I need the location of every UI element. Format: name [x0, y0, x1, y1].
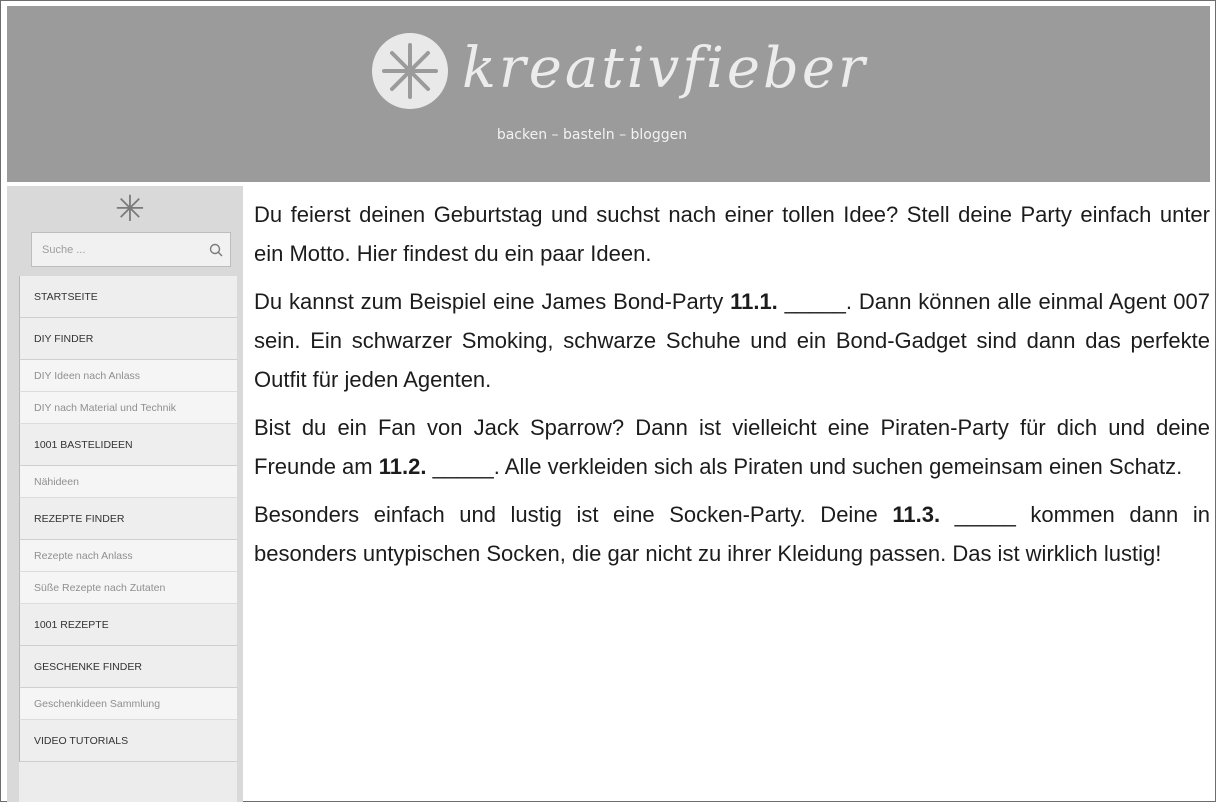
- sidebar-item-diy-finder[interactable]: DIY FINDER: [19, 318, 237, 360]
- gap-label-11-3: 11.3.: [892, 502, 941, 527]
- gap-label-11-1: 11.1.: [730, 289, 778, 314]
- gap-label-11-2: 11.2.: [378, 454, 427, 479]
- sidebar-item-rezepte-finder[interactable]: REZEPTE FINDER: [19, 498, 237, 540]
- search-input[interactable]: [32, 233, 202, 266]
- sidebar-item-video-tutorials[interactable]: VIDEO TUTORIALS: [19, 720, 237, 762]
- paragraph-socken: Besonders einfach und lustig ist eine So…: [254, 495, 1210, 573]
- sidebar-item-geschenke-finder[interactable]: GESCHENKE FINDER: [19, 646, 237, 688]
- sidebar: ✳ STARTSEITE DIY FINDER DIY Ideen nach A…: [7, 186, 243, 802]
- site-logo-text[interactable]: kreativfieber: [462, 34, 868, 104]
- sidebar-subitem-geschenkideen[interactable]: Geschenkideen Sammlung: [19, 688, 237, 720]
- asterisk-icon: ✳: [114, 188, 146, 229]
- search-icon[interactable]: [208, 242, 224, 258]
- site-header: kreativfieber backen – basteln – bloggen: [7, 6, 1210, 182]
- sidebar-menu: STARTSEITE DIY FINDER DIY Ideen nach Anl…: [19, 276, 237, 802]
- site-tagline: backen – basteln – bloggen: [496, 127, 688, 143]
- text-segment: Besonders einfach und lustig ist eine So…: [254, 502, 893, 527]
- sidebar-subitem-diy-ideen-nach-anlass[interactable]: DIY Ideen nach Anlass: [19, 360, 237, 392]
- paragraph-james-bond: Du kannst zum Beispiel eine James Bond-P…: [254, 282, 1210, 399]
- paragraph-piraten: Bist du ein Fan von Jack Sparrow? Dann i…: [254, 408, 1210, 486]
- sidebar-subitem-diy-material-technik[interactable]: DIY nach Material und Technik: [19, 392, 237, 424]
- article-text: Du feierst deinen Geburtstag und suchst …: [254, 195, 1210, 582]
- flower-logo-icon[interactable]: [372, 33, 448, 109]
- sidebar-subitem-suesse-rezepte[interactable]: Süße Rezepte nach Zutaten: [19, 572, 237, 604]
- sidebar-subitem-naehideen[interactable]: Nähideen: [19, 466, 237, 498]
- text-segment: . Alle verkleiden sich als Piraten und s…: [493, 454, 1183, 479]
- search-box: [31, 232, 231, 267]
- gap-blank-11-2[interactable]: _____: [433, 454, 494, 479]
- gap-blank-11-1[interactable]: _____: [785, 289, 846, 314]
- text-segment: Du kannst zum Beispiel eine James Bond-P…: [254, 289, 731, 314]
- sidebar-item-startseite[interactable]: STARTSEITE: [19, 276, 237, 318]
- sidebar-subitem-rezepte-nach-anlass[interactable]: Rezepte nach Anlass: [19, 540, 237, 572]
- gap-blank-11-3[interactable]: _____: [955, 502, 1016, 527]
- sidebar-item-1001-bastelideen[interactable]: 1001 BASTELIDEEN: [19, 424, 237, 466]
- sidebar-item-1001-rezepte[interactable]: 1001 REZEPTE: [19, 604, 237, 646]
- paragraph-intro: Du feierst deinen Geburtstag und suchst …: [254, 202, 1210, 266]
